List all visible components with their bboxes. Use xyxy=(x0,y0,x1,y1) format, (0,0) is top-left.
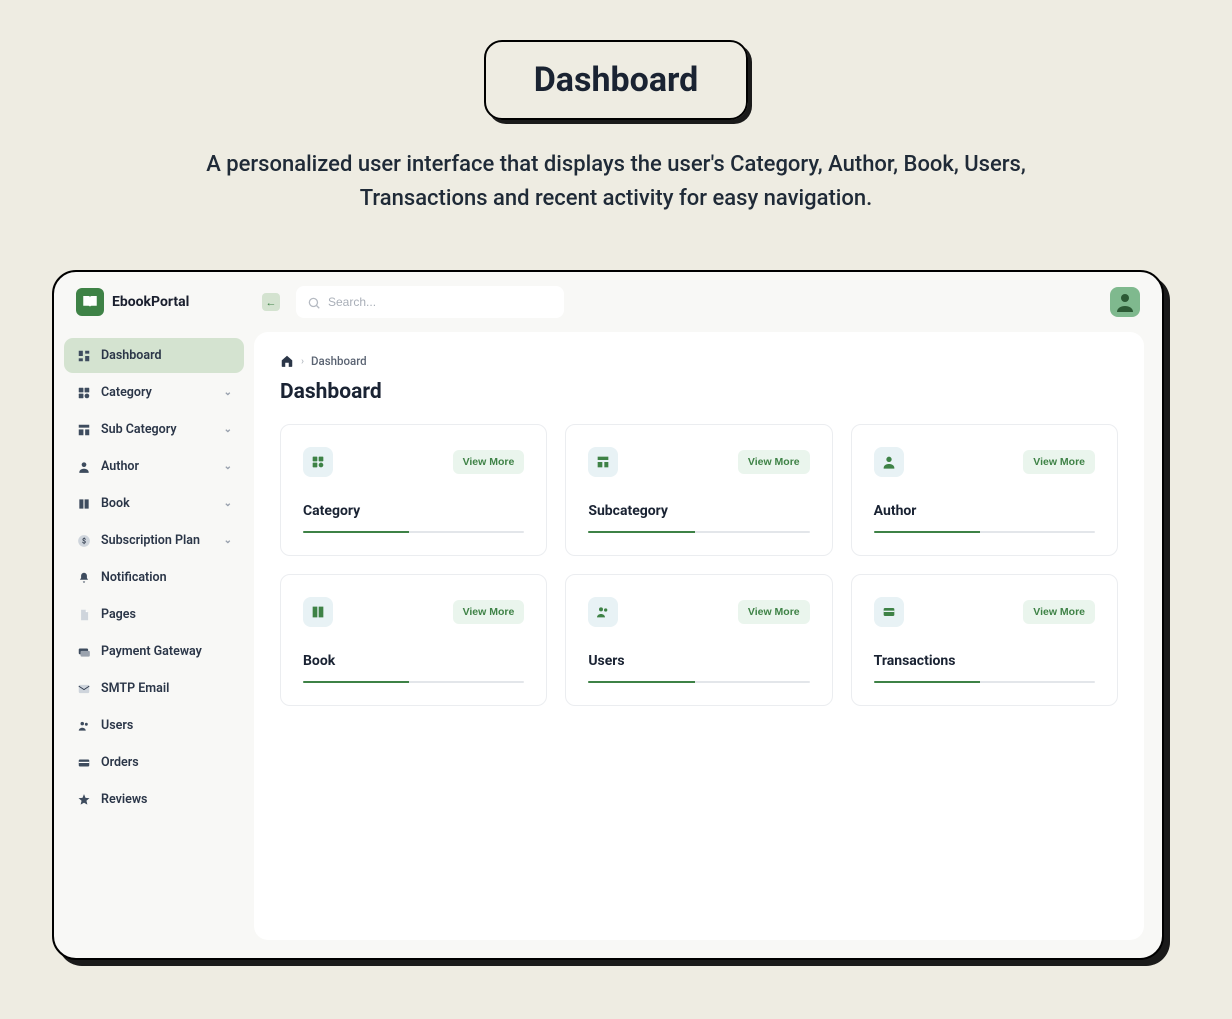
progress-bar xyxy=(588,531,809,533)
sidebar-item-subscription-plan[interactable]: $ Subscription Plan ⌄ xyxy=(64,523,244,558)
card-author: View More Author xyxy=(851,424,1118,556)
bell-icon xyxy=(76,570,91,585)
credit-card-icon xyxy=(76,755,91,770)
view-more-button[interactable]: View More xyxy=(1023,450,1095,474)
card-book: View More Book xyxy=(280,574,547,706)
sidebar-collapse-button[interactable]: ← xyxy=(262,293,280,311)
sidebar-item-smtp-email[interactable]: SMTP Email xyxy=(64,671,244,706)
card-title: Users xyxy=(588,653,809,669)
sidebar-item-reviews[interactable]: Reviews xyxy=(64,782,244,817)
svg-text:$: $ xyxy=(81,537,85,545)
sidebar-item-label: Author xyxy=(101,459,139,474)
view-more-button[interactable]: View More xyxy=(453,450,525,474)
card-title: Subcategory xyxy=(588,503,809,519)
sidebar-item-users[interactable]: Users xyxy=(64,708,244,743)
chevron-right-icon: › xyxy=(301,356,304,367)
card-category: View More Category xyxy=(280,424,547,556)
search-input[interactable] xyxy=(296,286,564,318)
chevron-down-icon: ⌄ xyxy=(224,461,232,472)
card-subcategory: View More Subcategory xyxy=(565,424,832,556)
progress-bar xyxy=(874,531,1095,533)
main-content: › Dashboard Dashboard View More Category xyxy=(254,332,1144,940)
search-wrap xyxy=(296,286,564,318)
chevron-down-icon: ⌄ xyxy=(224,424,232,435)
progress-bar xyxy=(303,531,524,533)
sidebar-item-label: SMTP Email xyxy=(101,681,169,696)
user-avatar[interactable] xyxy=(1110,287,1140,317)
breadcrumb: › Dashboard xyxy=(280,354,1118,368)
sidebar-item-label: Sub Category xyxy=(101,422,177,437)
progress-bar xyxy=(303,681,524,683)
breadcrumb-current: Dashboard xyxy=(311,354,367,368)
grid-icon xyxy=(303,447,333,477)
arrow-left-icon: ← xyxy=(266,297,277,308)
view-more-button[interactable]: View More xyxy=(738,450,810,474)
sidebar-item-sub-category[interactable]: Sub Category ⌄ xyxy=(64,412,244,447)
app-frame: EbookPortal ← Dashboard xyxy=(52,270,1164,960)
page-subtitle: A personalized user interface that displ… xyxy=(166,148,1066,216)
card-title: Category xyxy=(303,503,524,519)
dashboard-icon xyxy=(76,348,91,363)
chevron-down-icon: ⌄ xyxy=(224,498,232,509)
card-transactions: View More Transactions xyxy=(851,574,1118,706)
sidebar-item-payment-gateway[interactable]: Payment Gateway xyxy=(64,634,244,669)
users-icon xyxy=(76,718,91,733)
sidebar-item-label: Category xyxy=(101,385,152,400)
sidebar-item-book[interactable]: Book ⌄ xyxy=(64,486,244,521)
dollar-icon: $ xyxy=(76,533,91,548)
sidebar-item-label: Payment Gateway xyxy=(101,644,202,659)
brand-logo-icon xyxy=(76,288,104,316)
credit-card-icon xyxy=(874,597,904,627)
sidebar: Dashboard Category ⌄ Sub Category ⌄ xyxy=(54,332,254,958)
chevron-down-icon: ⌄ xyxy=(224,387,232,398)
sidebar-item-author[interactable]: Author ⌄ xyxy=(64,449,244,484)
sidebar-item-pages[interactable]: Pages xyxy=(64,597,244,632)
sidebar-item-orders[interactable]: Orders xyxy=(64,745,244,780)
layout-icon xyxy=(588,447,618,477)
home-icon[interactable] xyxy=(280,354,294,368)
user-icon xyxy=(874,447,904,477)
main-title: Dashboard xyxy=(280,380,1118,404)
book-icon xyxy=(303,597,333,627)
star-icon xyxy=(76,792,91,807)
sidebar-item-label: Orders xyxy=(101,755,139,770)
app-header: EbookPortal ← xyxy=(54,272,1162,332)
card-users: View More Users xyxy=(565,574,832,706)
page-title-pill: Dashboard xyxy=(484,40,749,120)
chevron-down-icon: ⌄ xyxy=(224,535,232,546)
card-title: Book xyxy=(303,653,524,669)
sidebar-item-label: Notification xyxy=(101,570,167,585)
sidebar-item-label: Book xyxy=(101,496,130,511)
card-title: Author xyxy=(874,503,1095,519)
sidebar-item-label: Dashboard xyxy=(101,348,162,363)
view-more-button[interactable]: View More xyxy=(1023,600,1095,624)
book-icon xyxy=(76,496,91,511)
search-icon xyxy=(307,295,321,309)
sidebar-item-label: Subscription Plan xyxy=(101,533,200,548)
sidebar-item-dashboard[interactable]: Dashboard xyxy=(64,338,244,373)
brand-name: EbookPortal xyxy=(112,294,189,310)
layout-icon xyxy=(76,422,91,437)
cards-grid: View More Category View More Subcategory xyxy=(280,424,1118,706)
page-icon xyxy=(76,607,91,622)
grid-icon xyxy=(76,385,91,400)
view-more-button[interactable]: View More xyxy=(738,600,810,624)
progress-bar xyxy=(588,681,809,683)
view-more-button[interactable]: View More xyxy=(453,600,525,624)
sidebar-item-label: Users xyxy=(101,718,133,733)
sidebar-item-notification[interactable]: Notification xyxy=(64,560,244,595)
sidebar-item-label: Reviews xyxy=(101,792,147,807)
card-title: Transactions xyxy=(874,653,1095,669)
sidebar-item-category[interactable]: Category ⌄ xyxy=(64,375,244,410)
users-icon xyxy=(588,597,618,627)
card-stack-icon xyxy=(76,644,91,659)
sidebar-item-label: Pages xyxy=(101,607,136,622)
user-icon xyxy=(76,459,91,474)
mail-icon xyxy=(76,681,91,696)
brand[interactable]: EbookPortal xyxy=(76,288,246,316)
progress-bar xyxy=(874,681,1095,683)
